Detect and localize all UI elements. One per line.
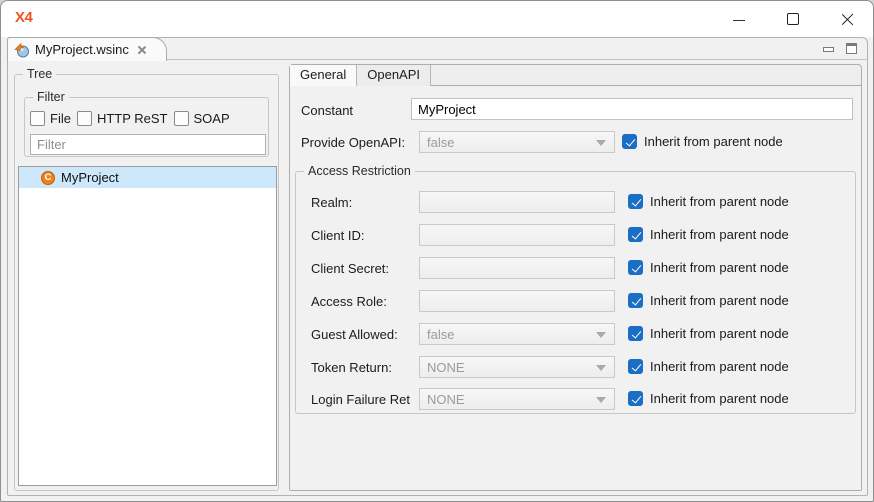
guest-allowed-row: Guest Allowed: false Inherit from parent… (296, 323, 855, 345)
provide-openapi-label: Provide OpenAPI: (301, 135, 405, 150)
maximize-icon (787, 13, 799, 25)
tree-list[interactable]: C MyProject (18, 166, 277, 486)
minimize-icon (733, 20, 745, 21)
chevron-down-icon (596, 397, 606, 403)
client-id-input[interactable] (419, 224, 615, 246)
access-role-inherit: Inherit from parent node (628, 293, 789, 308)
inherit-label: Inherit from parent node (644, 134, 783, 149)
filter-group-label: Filter (33, 90, 69, 105)
inherit-label: Inherit from parent node (650, 227, 789, 242)
inherit-checkbox[interactable] (628, 227, 643, 242)
properties-tabbar: General OpenAPI (290, 65, 861, 86)
file-checkbox[interactable] (30, 111, 45, 126)
properties-panel: General OpenAPI Constant Provide OpenAPI… (289, 64, 862, 491)
inherit-checkbox[interactable] (622, 134, 637, 149)
provide-openapi-value: false (427, 135, 454, 150)
inherit-label: Inherit from parent node (650, 391, 789, 406)
http-rest-checkbox-label: HTTP ReST (97, 111, 168, 126)
login-failure-inherit: Inherit from parent node (628, 391, 789, 406)
inherit-checkbox[interactable] (628, 194, 643, 209)
inherit-checkbox[interactable] (628, 326, 643, 341)
token-return-value: NONE (427, 360, 465, 375)
filter-checkbox-http-rest[interactable]: HTTP ReST (77, 111, 168, 126)
access-role-label: Access Role: (311, 294, 387, 309)
token-return-row: Token Return: NONE Inherit from parent n… (296, 356, 855, 378)
soap-checkbox-label: SOAP (194, 111, 230, 126)
login-failure-label: Login Failure Ret (311, 392, 410, 407)
constant-input[interactable] (411, 98, 853, 120)
tree-item-myproject[interactable]: C MyProject (19, 167, 276, 188)
client-secret-inherit: Inherit from parent node (628, 260, 789, 275)
project-icon: C (41, 171, 55, 185)
tree-group: Tree Filter File HTTP ReST SOAP (14, 74, 279, 491)
access-restriction-group: Access Restriction Realm: Inherit from p… (295, 171, 856, 414)
client-secret-label: Client Secret: (311, 261, 389, 276)
filter-input[interactable] (30, 134, 266, 155)
filter-checkbox-row: File HTTP ReST SOAP (30, 111, 230, 126)
close-icon (841, 13, 853, 25)
inherit-label: Inherit from parent node (650, 194, 789, 209)
provide-openapi-inherit: Inherit from parent node (622, 134, 783, 149)
login-failure-value: NONE (427, 392, 465, 407)
x4-logo: X4 (15, 9, 32, 26)
inherit-checkbox[interactable] (628, 293, 643, 308)
tab-openapi[interactable]: OpenAPI (357, 65, 431, 86)
realm-row: Realm: Inherit from parent node (296, 191, 855, 213)
window-maximize-button[interactable] (771, 1, 815, 37)
access-role-row: Access Role: Inherit from parent node (296, 290, 855, 312)
inherit-label: Inherit from parent node (650, 293, 789, 308)
view-buttons (823, 43, 857, 54)
realm-label: Realm: (311, 195, 352, 210)
filter-group: Filter File HTTP ReST SOAP (24, 97, 269, 157)
http-rest-checkbox[interactable] (77, 111, 92, 126)
inherit-checkbox[interactable] (628, 260, 643, 275)
view-minimize-button[interactable] (823, 47, 834, 52)
client-id-inherit: Inherit from parent node (628, 227, 789, 242)
inherit-checkbox[interactable] (628, 391, 643, 406)
editor-tab-label: MyProject.wsinc (35, 42, 129, 57)
view-maximize-button[interactable] (846, 43, 857, 54)
client-secret-input[interactable] (419, 257, 615, 279)
access-role-input[interactable] (419, 290, 615, 312)
file-checkbox-label: File (50, 111, 71, 126)
constant-label: Constant (301, 103, 353, 118)
login-failure-dropdown[interactable]: NONE (419, 388, 615, 410)
login-failure-row: Login Failure Ret NONE Inherit from pare… (296, 388, 855, 410)
client-id-row: Client ID: Inherit from parent node (296, 224, 855, 246)
inherit-label: Inherit from parent node (650, 326, 789, 341)
token-return-dropdown[interactable]: NONE (419, 356, 615, 378)
window-close-button[interactable] (825, 1, 869, 37)
realm-inherit: Inherit from parent node (628, 194, 789, 209)
guest-allowed-label: Guest Allowed: (311, 327, 398, 342)
editor-area: MyProject.wsinc Tree Filter File HTTP (7, 37, 868, 496)
inherit-label: Inherit from parent node (650, 359, 789, 374)
token-return-inherit: Inherit from parent node (628, 359, 789, 374)
tab-close-icon[interactable] (136, 44, 148, 56)
access-restriction-label: Access Restriction (304, 164, 415, 179)
wsinc-file-icon (14, 42, 30, 58)
provide-openapi-dropdown[interactable]: false (419, 131, 615, 153)
filter-checkbox-file[interactable]: File (30, 111, 71, 126)
tree-item-label: MyProject (61, 170, 119, 185)
soap-checkbox[interactable] (174, 111, 189, 126)
chevron-down-icon (596, 332, 606, 338)
guest-allowed-inherit: Inherit from parent node (628, 326, 789, 341)
guest-allowed-value: false (427, 327, 454, 342)
filter-checkbox-soap[interactable]: SOAP (174, 111, 230, 126)
client-secret-row: Client Secret: Inherit from parent node (296, 257, 855, 279)
token-return-label: Token Return: (311, 360, 392, 375)
client-id-label: Client ID: (311, 228, 364, 243)
editor-tab-myproject-wsinc[interactable]: MyProject.wsinc (7, 37, 167, 61)
window-minimize-button[interactable] (717, 1, 761, 37)
titlebar: X4 (1, 1, 873, 37)
chevron-down-icon (596, 365, 606, 371)
tree-group-label: Tree (23, 67, 56, 82)
inherit-label: Inherit from parent node (650, 260, 789, 275)
chevron-down-icon (596, 140, 606, 146)
tab-general[interactable]: General (290, 65, 357, 86)
app-window: X4 MyProject.wsinc Tree (0, 0, 874, 502)
realm-input[interactable] (419, 191, 615, 213)
guest-allowed-dropdown[interactable]: false (419, 323, 615, 345)
inherit-checkbox[interactable] (628, 359, 643, 374)
